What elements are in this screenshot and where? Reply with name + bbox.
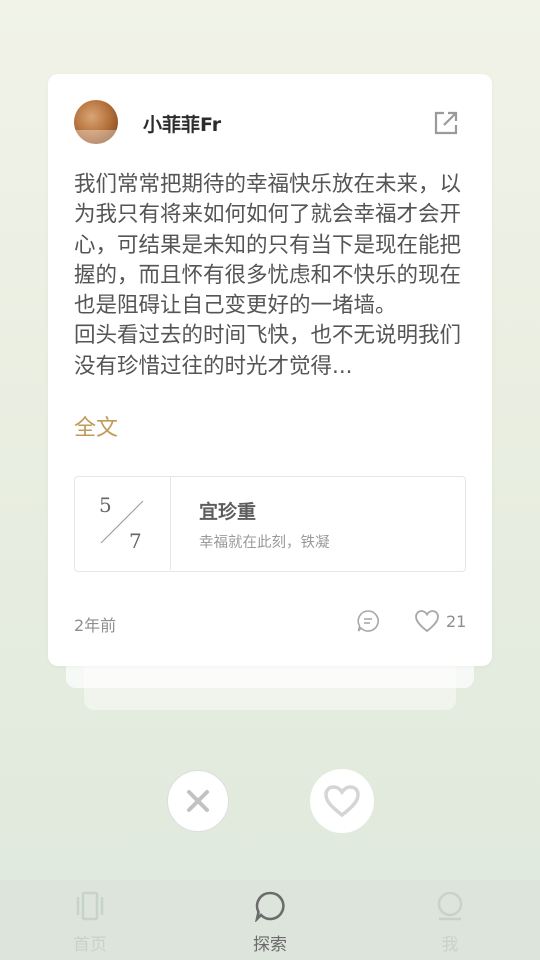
post-card[interactable]: 小菲菲Fr 我们常常把期待的幸福快乐放在未来，以为我只有将来如何如何了就会幸福才… bbox=[48, 74, 492, 666]
avatar[interactable] bbox=[74, 100, 118, 144]
explore-bubble-icon bbox=[255, 891, 285, 922]
tab-explore-label: 探索 bbox=[253, 935, 287, 955]
tab-home[interactable]: 首页 bbox=[40, 880, 140, 960]
daily-quote-card[interactable]: 5 7 宜珍重 幸福就在此刻，铁凝 bbox=[74, 476, 466, 572]
quote-date-month: 7 bbox=[129, 529, 142, 553]
tab-me-label: 我 bbox=[441, 935, 459, 955]
tab-me[interactable]: 我 bbox=[400, 880, 500, 960]
quote-subtitle: 幸福就在此刻，铁凝 bbox=[199, 535, 330, 551]
bottom-tab-bar: 首页 探索 我 bbox=[0, 880, 540, 960]
read-full-text-link[interactable]: 全文 bbox=[74, 410, 118, 442]
profile-icon bbox=[437, 891, 463, 921]
tab-explore[interactable]: 探索 bbox=[220, 880, 320, 960]
dislike-button[interactable] bbox=[167, 770, 229, 832]
quote-date-day: 5 bbox=[99, 493, 112, 517]
heart-icon[interactable] bbox=[414, 609, 440, 633]
share-external-icon[interactable] bbox=[433, 110, 459, 136]
like-count: 21 bbox=[446, 612, 467, 631]
post-time: 2年前 bbox=[74, 616, 117, 635]
quote-title: 宜珍重 bbox=[199, 501, 257, 523]
close-icon bbox=[187, 790, 209, 812]
favorite-button[interactable] bbox=[310, 769, 374, 833]
tab-home-label: 首页 bbox=[73, 935, 107, 955]
username[interactable]: 小菲菲Fr bbox=[143, 110, 221, 137]
quote-date: 5 7 bbox=[75, 477, 171, 570]
heart-icon bbox=[324, 785, 360, 818]
home-cards-icon bbox=[76, 891, 104, 921]
post-body-text[interactable]: 我们常常把期待的幸福快乐放在未来，以为我只有将来如何如何了就会幸福才会开心，可结… bbox=[74, 170, 470, 382]
comment-icon[interactable] bbox=[356, 609, 380, 633]
